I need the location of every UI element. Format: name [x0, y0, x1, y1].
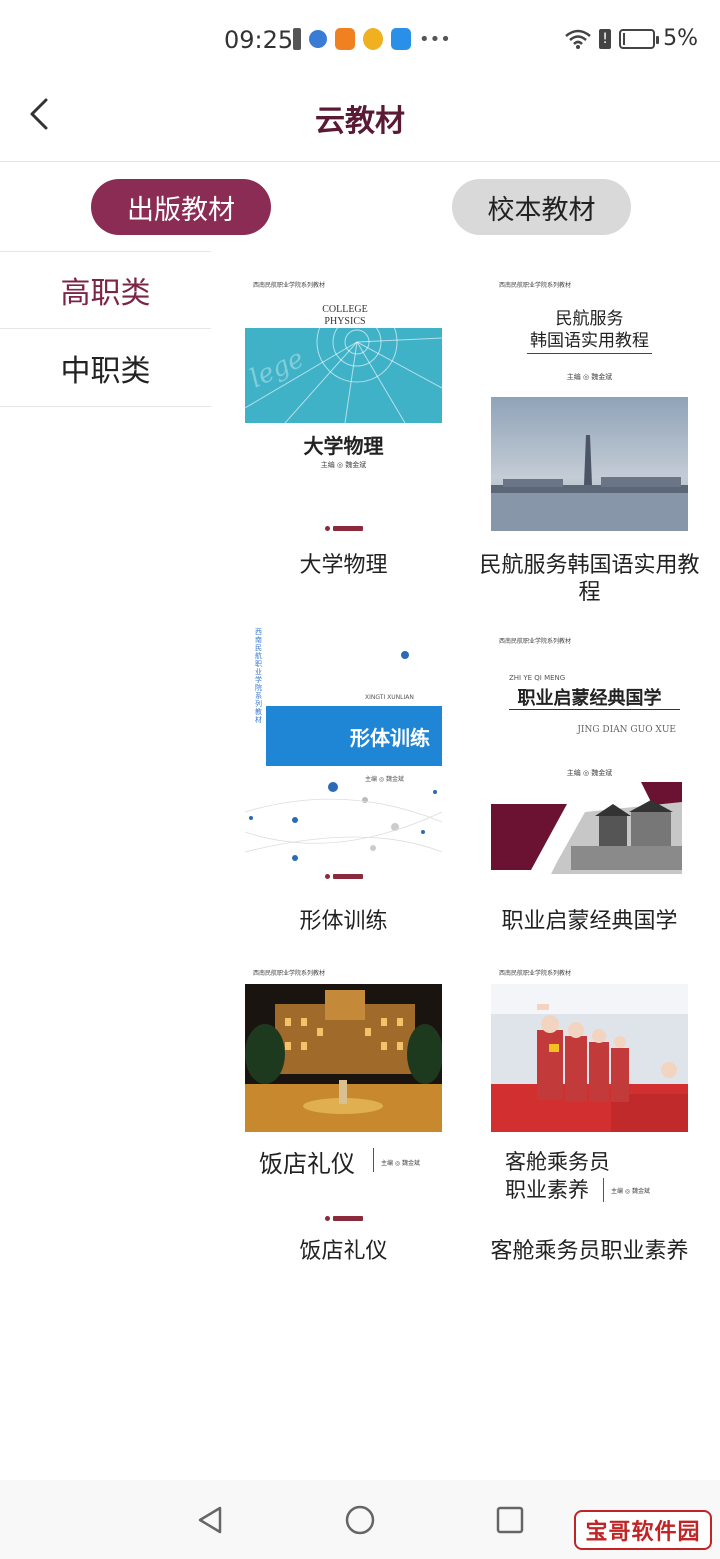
cover-main-title: 职业启蒙经典国学 [517, 688, 662, 709]
tab-published-textbooks[interactable]: 出版教材 [91, 179, 271, 235]
watermark-logo: 宝哥软件园 [574, 1510, 712, 1550]
wifi-icon [565, 29, 591, 49]
cover-series: 西南民航职业学院系列教材 [499, 970, 572, 977]
notification-icons: ••• [293, 28, 451, 50]
cover-series: 西南民航职业学院系列教材 [253, 970, 326, 977]
weibo-icon [363, 28, 383, 50]
cover-skyline-photo [491, 397, 688, 531]
status-time: 09:25 [224, 26, 294, 54]
publisher-logo [245, 1216, 442, 1221]
cover-title-line-2: 韩国语实用教程 [527, 326, 652, 354]
category-secondary-vocational[interactable]: 中职类 [0, 329, 211, 407]
cover-dots-art [245, 651, 442, 861]
book-title[interactable]: 形体训练 [225, 908, 462, 935]
cover-main-title: 饭店礼仪 [259, 1150, 355, 1178]
book-title[interactable]: 饭店礼仪 [225, 1238, 462, 1265]
globe-icon [309, 30, 327, 48]
cover-village-art [491, 782, 682, 874]
cover-pinyin-bottom: JING DIAN GUO XUE [577, 725, 676, 735]
cover-english-title: COLLEGE PHYSICS [322, 304, 368, 327]
book-cover[interactable]: 西南民航职业学院系列教材 客舱乘务员 职业素养 主编 ◎ 魏金斌 [491, 962, 688, 1227]
publisher-logo [245, 526, 442, 531]
book-cover[interactable]: 西南民航职业学院系列教材 XINGTI XUNLIAN 形体训练 主编 ◎ 魏金… [245, 622, 442, 887]
book-cover[interactable]: 西南民航职业学院系列教材 COLLEGE PHYSICS lege 大学物理 主… [245, 274, 442, 539]
book-title[interactable]: 民航服务韩国语实用教程 [471, 552, 708, 606]
category-higher-vocational[interactable]: 高职类 [0, 251, 211, 329]
cover-title-line-2: 职业素养 [505, 1178, 589, 1202]
cover-divider [603, 1178, 604, 1202]
book-cover[interactable]: 西南民航职业学院系列教材 饭店礼仪 主编 ◎ 魏金斌 [245, 962, 442, 1227]
alert-icon [293, 28, 301, 50]
status-bar: 09:25 ••• ! 5% [0, 0, 720, 80]
more-notifications-icon: ••• [419, 28, 451, 50]
cover-editor: 主编 ◎ 魏金斌 [320, 461, 367, 469]
app-blue-icon [391, 28, 411, 50]
home-circle-icon[interactable] [342, 1502, 378, 1538]
battery-icon [619, 28, 660, 49]
book-title[interactable]: 大学物理 [225, 552, 462, 579]
recents-square-icon[interactable] [492, 1502, 528, 1538]
cover-divider [373, 1148, 374, 1172]
cover-editor: 主编 ◎ 魏金斌 [381, 1160, 421, 1167]
book-title[interactable]: 客舱乘务员职业素养 [471, 1238, 708, 1265]
publisher-logo [245, 874, 442, 879]
book-cover[interactable]: 西南民航职业学院系列教材 ZHI YE QI MENG 职业启蒙经典国学 JIN… [491, 630, 688, 895]
book-cover[interactable]: 西南民航职业学院系列教材 民航服务 韩国语实用教程 主编 ◎ 魏金斌 [491, 274, 688, 539]
cover-title-line-1: 客舱乘务员 [505, 1150, 610, 1174]
header: 云教材 [0, 80, 720, 162]
book-title[interactable]: 职业启蒙经典国学 [471, 908, 708, 935]
cover-editor: 主编 ◎ 魏金斌 [566, 769, 613, 777]
tab-school-textbooks[interactable]: 校本教材 [452, 179, 631, 235]
cover-crew-photo [491, 984, 688, 1132]
cover-rule [509, 709, 680, 710]
cover-physics-art: lege [245, 328, 442, 423]
cover-series: 西南民航职业学院系列教材 [499, 282, 572, 289]
page-title: 云教材 [315, 104, 405, 139]
status-right: ! 5% [565, 26, 698, 51]
cover-series: 西南民航职业学院系列教材 [499, 638, 572, 645]
battery-percent: 5% [663, 26, 698, 51]
cover-pinyin-top: ZHI YE QI MENG [509, 674, 566, 682]
cover-main-title: 大学物理 [303, 434, 384, 458]
back-triangle-icon[interactable] [192, 1502, 228, 1538]
cover-editor: 主编 ◎ 魏金斌 [566, 373, 613, 381]
cover-hotel-photo [245, 984, 442, 1132]
app-orange-icon [335, 28, 355, 50]
cover-series: 西南民航职业学院系列教材 [253, 282, 326, 289]
alert-battery-icon: ! [599, 28, 612, 49]
cover-editor: 主编 ◎ 魏金斌 [611, 1188, 651, 1195]
